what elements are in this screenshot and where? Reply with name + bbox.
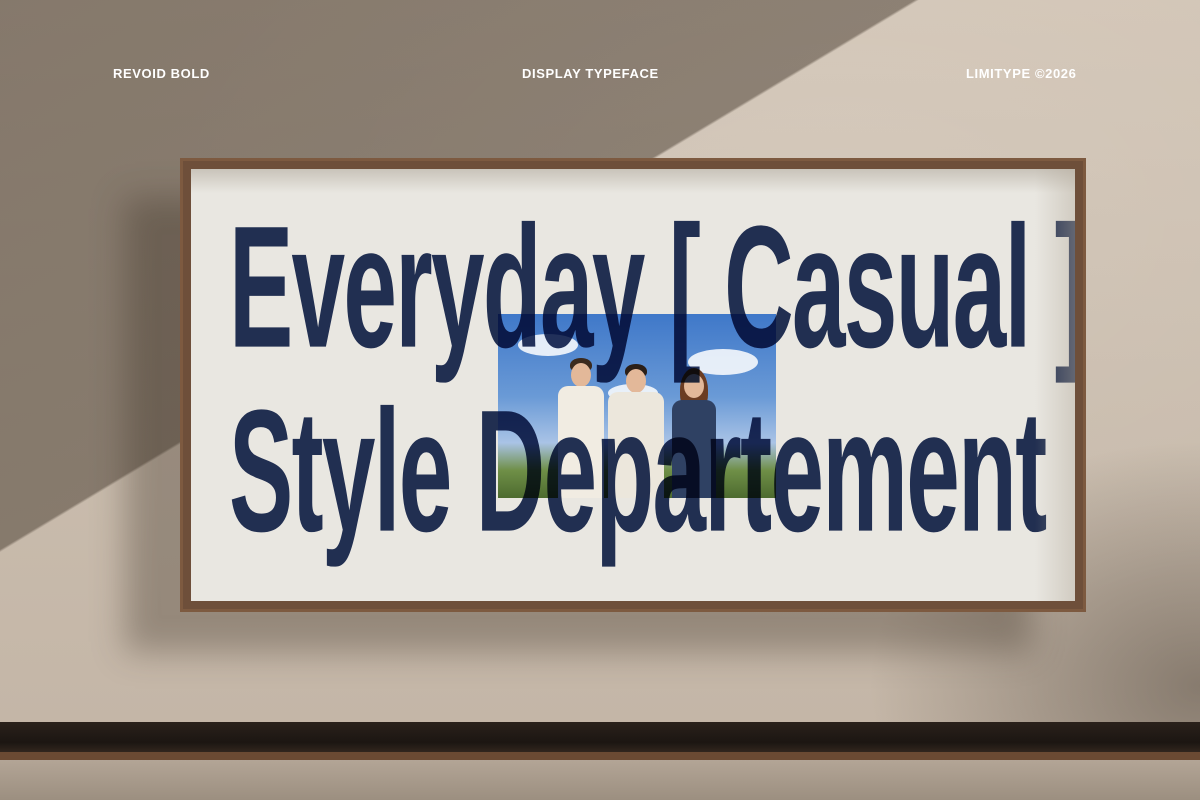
ledge-trim	[0, 752, 1200, 760]
billboard-poster: Everyday [ Casual ] Style Departement	[191, 169, 1075, 601]
ground-strip	[0, 760, 1200, 800]
typeface-category-label: DISPLAY TYPEFACE	[522, 66, 659, 81]
headline-line-1: Everyday [ Casual ]	[229, 190, 1075, 384]
wall-ledge	[0, 722, 1200, 756]
billboard-frame: Everyday [ Casual ] Style Departement	[180, 158, 1086, 612]
foundry-copyright-label: LIMITYPE ©2026	[966, 66, 1077, 81]
headline-line-2: Style Departement	[229, 374, 1047, 568]
typeface-name-label: REVOID BOLD	[113, 66, 210, 81]
